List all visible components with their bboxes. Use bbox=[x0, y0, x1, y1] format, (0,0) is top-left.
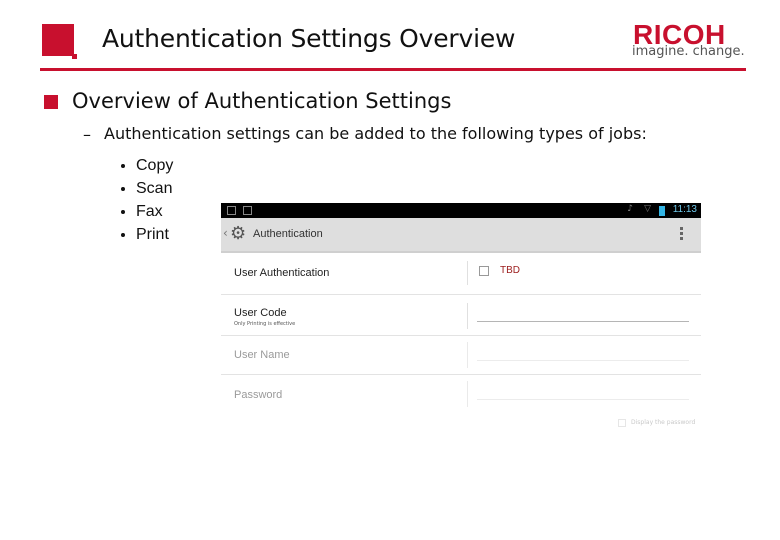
list-item: Fax bbox=[136, 200, 173, 223]
section-heading: Overview of Authentication Settings bbox=[72, 89, 452, 113]
slide-title: Authentication Settings Overview bbox=[102, 24, 516, 53]
section-subtext: Authentication settings can be added to … bbox=[104, 124, 647, 143]
screen-title: Authentication bbox=[253, 228, 323, 240]
header-divider bbox=[40, 68, 746, 71]
wifi-icon: ▽ bbox=[644, 204, 651, 214]
gear-icon[interactable]: ⚙ bbox=[230, 223, 246, 244]
action-bar: ‹ ⚙ Authentication bbox=[221, 218, 701, 253]
show-password-checkbox[interactable] bbox=[618, 419, 626, 427]
row-divider bbox=[467, 381, 468, 407]
row-label: Password bbox=[234, 389, 283, 401]
row-label: User Code bbox=[234, 307, 287, 319]
settings-row-user-authentication: User Authentication TBD bbox=[221, 253, 701, 295]
overflow-menu-icon[interactable] bbox=[680, 227, 683, 242]
status-bar: ♪ ▽ 11:13 bbox=[221, 203, 701, 218]
dash-bullet: – bbox=[83, 125, 91, 144]
row-divider bbox=[467, 342, 468, 368]
settings-row-user-name: User Name bbox=[221, 336, 701, 375]
row-label: User Name bbox=[234, 349, 290, 361]
user-authentication-checkbox[interactable] bbox=[479, 266, 489, 276]
device-screenshot: ♪ ▽ 11:13 ‹ ⚙ Authentication User Authen… bbox=[221, 203, 701, 443]
square-bullet-icon bbox=[44, 95, 58, 109]
user-code-input[interactable] bbox=[477, 321, 689, 322]
mute-icon: ♪ bbox=[627, 204, 633, 214]
list-item: Scan bbox=[136, 177, 173, 200]
show-password-label: Display the password bbox=[631, 419, 696, 426]
checkbox-label: TBD bbox=[500, 265, 520, 276]
battery-icon bbox=[659, 206, 665, 216]
row-label: User Authentication bbox=[234, 267, 330, 279]
user-name-input[interactable] bbox=[477, 360, 689, 361]
row-divider bbox=[467, 303, 468, 329]
settings-row-password: Password bbox=[221, 375, 701, 409]
row-sublabel: Only Printing is effective bbox=[234, 321, 296, 327]
sd-card-icon bbox=[243, 206, 252, 215]
password-input[interactable] bbox=[477, 399, 689, 400]
list-item: Copy bbox=[136, 154, 173, 177]
status-time: 11:13 bbox=[672, 204, 697, 215]
brand-square-icon bbox=[42, 24, 74, 56]
row-divider bbox=[467, 261, 468, 285]
brand-dot-icon bbox=[72, 54, 77, 59]
logo-tagline: imagine. change. bbox=[632, 44, 745, 59]
job-type-list: Copy Scan Fax Print bbox=[118, 154, 173, 246]
gallery-icon bbox=[227, 206, 236, 215]
back-icon[interactable]: ‹ bbox=[223, 226, 228, 240]
settings-row-user-code: User Code Only Printing is effective bbox=[221, 295, 701, 336]
list-item: Print bbox=[136, 223, 173, 246]
